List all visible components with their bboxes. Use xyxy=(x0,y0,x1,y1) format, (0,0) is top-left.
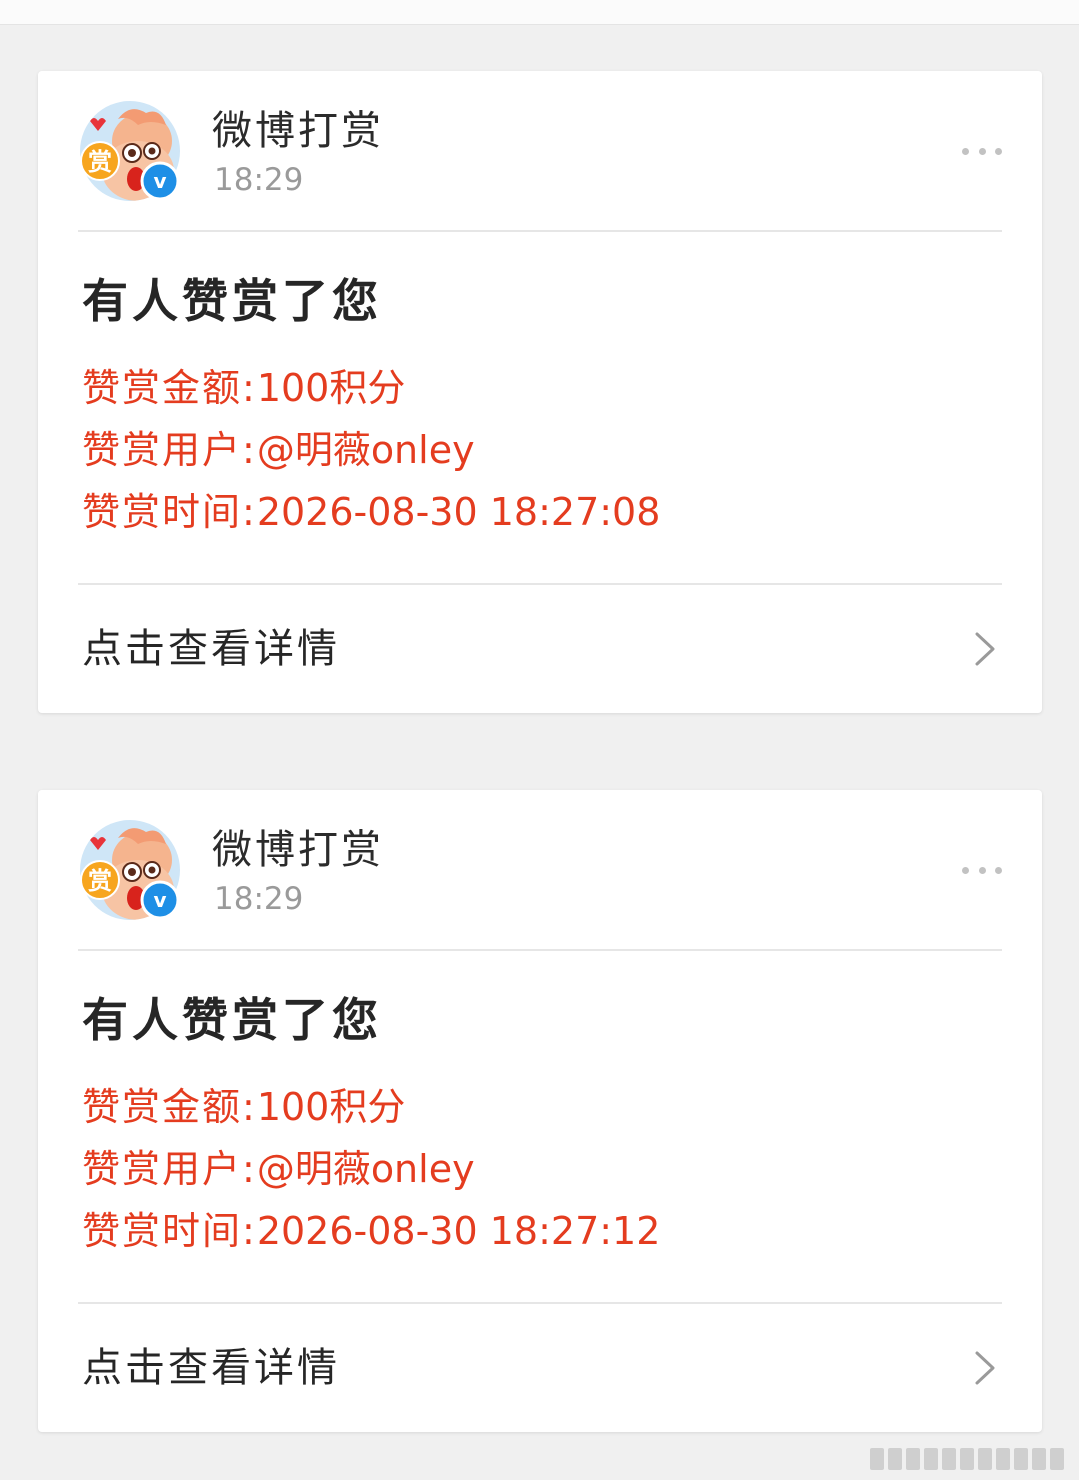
reward-time: 赞赏时间:2026-08-30 18:27:12 xyxy=(82,1208,660,1254)
chevron-right-icon xyxy=(975,632,995,666)
card-header: 赏 v 微博打赏 18:29 xyxy=(38,790,1042,950)
svg-text:v: v xyxy=(153,169,166,193)
reward-time-value: 2026-08-30 18:27:08 xyxy=(256,490,661,534)
dot-icon xyxy=(995,147,1002,155)
divider xyxy=(78,949,1002,951)
reward-time: 赞赏时间:2026-08-30 18:27:08 xyxy=(82,489,660,535)
view-details-link[interactable]: 点击查看详情 xyxy=(38,1304,1042,1432)
reward-amount-value: 100积分 xyxy=(256,1085,406,1129)
reward-time-label: 赞赏时间: xyxy=(82,1209,257,1253)
view-details-label: 点击查看详情 xyxy=(82,626,340,672)
card-header: 赏 v 微博打赏 18:29 xyxy=(38,71,1042,231)
avatar-badge: 赏 xyxy=(88,148,112,176)
dot-icon xyxy=(962,866,969,874)
reward-user: 赞赏用户:@明薇onley xyxy=(82,1146,475,1192)
verified-badge-icon: v xyxy=(140,161,180,201)
reward-amount-label: 赞赏金额: xyxy=(82,1085,257,1129)
message-card: 赏 v 微博打赏 18:29 有人赞赏了您 赞赏金额:100积分 赞赏用户:@明… xyxy=(38,71,1042,713)
reward-amount: 赞赏金额:100积分 xyxy=(82,1084,405,1130)
message-time: 18:29 xyxy=(214,881,304,917)
reward-amount-label: 赞赏金额: xyxy=(82,366,257,410)
view-details-label: 点击查看详情 xyxy=(82,1345,340,1391)
reward-user-label: 赞赏用户: xyxy=(82,428,257,472)
dot-icon xyxy=(995,866,1002,874)
reward-user-label: 赞赏用户: xyxy=(82,1147,257,1191)
avatar[interactable]: 赏 v xyxy=(80,101,180,201)
message-time: 18:29 xyxy=(214,162,304,198)
reward-user-value[interactable]: @明薇onley xyxy=(257,1147,475,1191)
reward-user-value[interactable]: @明薇onley xyxy=(257,428,475,472)
avatar-badge: 赏 xyxy=(88,867,112,895)
dot-icon xyxy=(962,147,969,155)
dot-icon xyxy=(978,866,986,874)
chevron-right-icon xyxy=(975,1351,995,1385)
more-options-button[interactable] xyxy=(962,860,1002,880)
reward-time-value: 2026-08-30 18:27:12 xyxy=(256,1209,661,1253)
top-bar xyxy=(0,0,1079,25)
sender-name[interactable]: 微博打赏 xyxy=(212,826,384,874)
sender-name[interactable]: 微博打赏 xyxy=(212,107,384,155)
reward-user: 赞赏用户:@明薇onley xyxy=(82,427,475,473)
dot-icon xyxy=(978,147,986,155)
message-card: 赏 v 微博打赏 18:29 有人赞赏了您 赞赏金额:100积分 赞赏用户:@明… xyxy=(38,790,1042,1432)
reward-amount-value: 100积分 xyxy=(256,366,406,410)
avatar[interactable]: 赏 v xyxy=(80,820,180,920)
reward-amount: 赞赏金额:100积分 xyxy=(82,365,405,411)
message-title: 有人赞赏了您 xyxy=(82,274,382,328)
more-options-button[interactable] xyxy=(962,141,1002,161)
message-title: 有人赞赏了您 xyxy=(82,993,382,1047)
scroll-indicator-icon xyxy=(870,1448,1064,1470)
svg-text:v: v xyxy=(153,888,166,912)
reward-time-label: 赞赏时间: xyxy=(82,490,257,534)
view-details-link[interactable]: 点击查看详情 xyxy=(38,585,1042,713)
divider xyxy=(78,230,1002,232)
verified-badge-icon: v xyxy=(140,880,180,920)
